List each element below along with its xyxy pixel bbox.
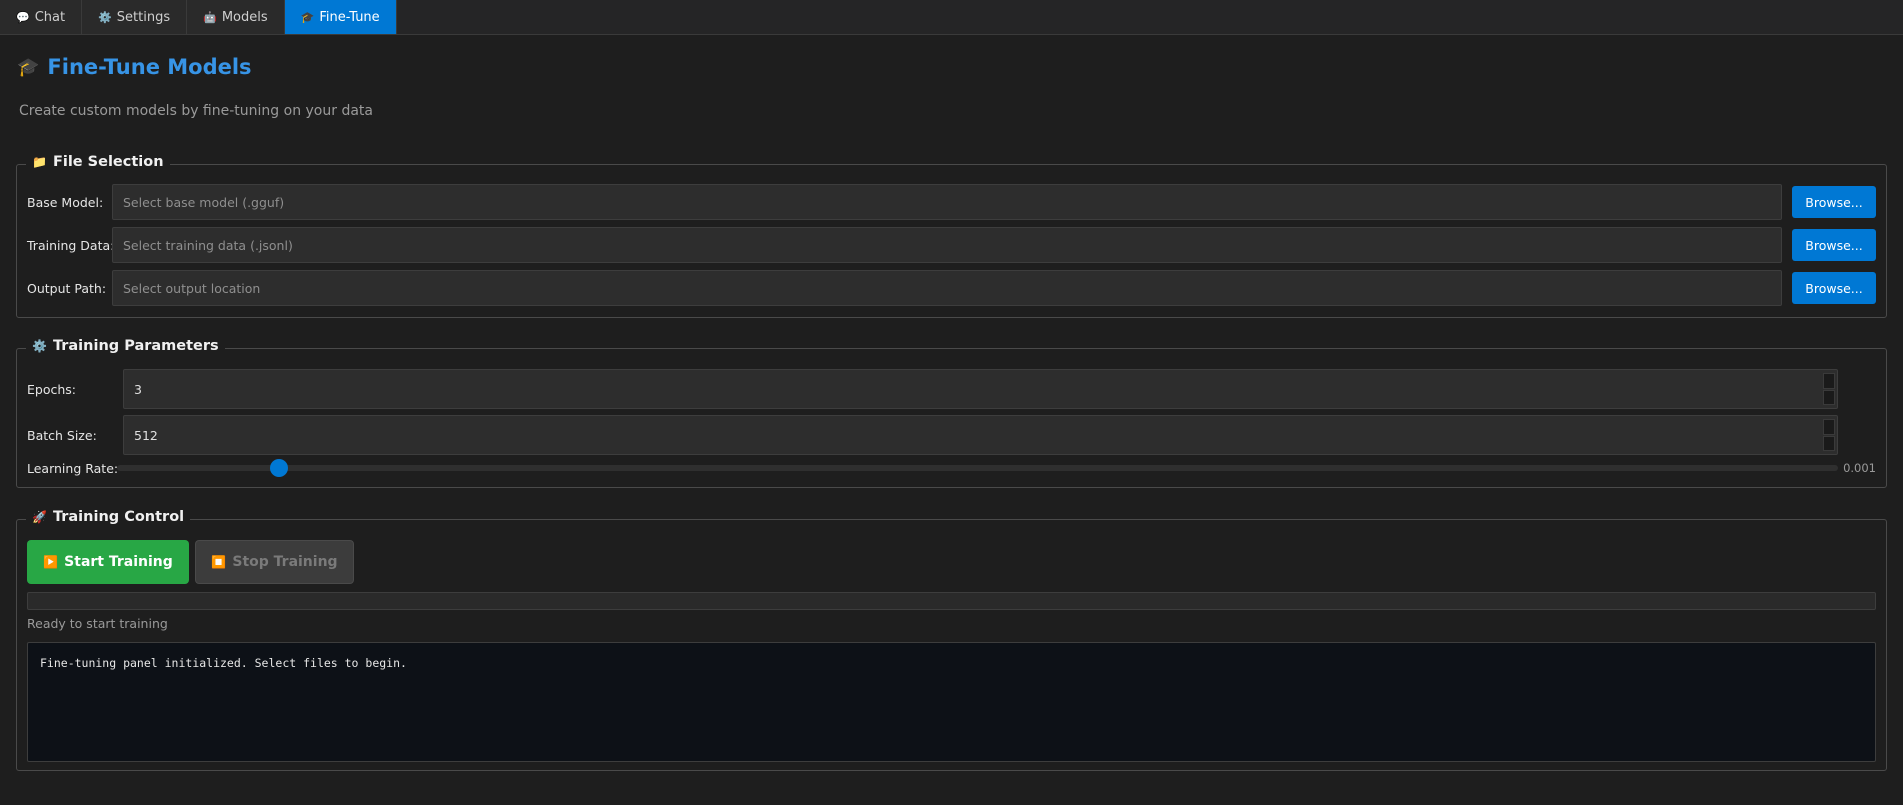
slider-handle[interactable] [269, 459, 288, 477]
tab-settings[interactable]: ⚙️ Settings [82, 0, 188, 34]
graduation-cap-icon: 🎓 [300, 10, 315, 24]
gear-icon: ⚙️ [98, 10, 112, 24]
folder-icon: 📁 [32, 155, 47, 169]
group-title-text: Training Control [52, 509, 185, 525]
epochs-row: Epochs: 3 [27, 369, 1876, 409]
output-path-row: Output Path: Select output location Brow… [27, 270, 1876, 306]
start-training-button[interactable]: ▶️ Start Training [27, 540, 189, 584]
graduation-cap-icon: 🎓 [17, 56, 40, 78]
rocket-icon: 🚀 [32, 510, 47, 524]
learning-rate-label: Learning Rate: [27, 460, 119, 476]
robot-icon: 🤖 [203, 10, 217, 24]
group-title: 🚀 Training Control [26, 509, 191, 525]
tab-label: Settings [116, 9, 171, 25]
batch-size-value: 512 [134, 427, 158, 443]
chat-bubble-icon: 💬 [16, 10, 30, 24]
training-data-input[interactable]: Select training data (.jsonl) [112, 227, 1782, 263]
batch-size-spinbox[interactable]: 512 [123, 415, 1838, 455]
output-path-input[interactable]: Select output location [112, 270, 1782, 306]
stop-icon: ⏹️ [211, 555, 227, 569]
learning-rate-row: Learning Rate: 0.001 [27, 459, 1876, 477]
learning-rate-slider[interactable] [117, 459, 1838, 477]
group-title: ⚙️ Training Parameters [26, 338, 225, 354]
training-parameters-group: ⚙️ Training Parameters Epochs: 3 Batch S… [16, 338, 1887, 488]
browse-training-data-button[interactable]: Browse... [1792, 229, 1876, 261]
output-path-label: Output Path: [27, 280, 107, 296]
training-progress-bar [27, 592, 1876, 610]
base-model-input[interactable]: Select base model (.gguf) [112, 184, 1782, 220]
stop-training-label: Stop Training [232, 554, 338, 570]
group-title-text: Training Parameters [52, 338, 219, 354]
batch-size-label: Batch Size: [27, 427, 97, 443]
epochs-value: 3 [134, 381, 142, 397]
stop-training-button: ⏹️ Stop Training [195, 540, 354, 584]
play-icon: ▶️ [43, 555, 59, 569]
training-status: Ready to start training [27, 616, 168, 631]
page-subtitle: Create custom models by fine-tuning on y… [19, 103, 373, 119]
base-model-label: Base Model: [27, 194, 104, 210]
browse-base-model-button[interactable]: Browse... [1792, 186, 1876, 218]
epochs-label: Epochs: [27, 381, 76, 397]
tab-label: Models [221, 9, 268, 25]
training-control-group: 🚀 Training Control ▶️ Start Training ⏹️ … [16, 509, 1887, 771]
file-selection-group: 📁 File Selection Base Model: Select base… [16, 154, 1887, 318]
tab-chat[interactable]: 💬 Chat [0, 0, 83, 34]
start-training-label: Start Training [64, 554, 173, 570]
page-title-text: Fine-Tune Models [47, 55, 252, 79]
group-title: 📁 File Selection [26, 154, 170, 170]
spin-arrows[interactable] [1823, 373, 1835, 405]
spin-arrows[interactable] [1823, 419, 1835, 451]
batch-size-row: Batch Size: 512 [27, 415, 1876, 455]
base-model-row: Base Model: Select base model (.gguf) Br… [27, 184, 1876, 220]
tab-label: Fine-Tune [319, 9, 380, 25]
group-title-text: File Selection [52, 154, 164, 170]
page-title: 🎓 Fine-Tune Models [17, 55, 252, 79]
training-data-label: Training Data: [27, 237, 115, 253]
gear-icon: ⚙️ [32, 339, 47, 353]
tab-bar: 💬 Chat ⚙️ Settings 🤖 Models 🎓 Fine-Tune [0, 0, 1903, 35]
training-data-row: Training Data: Select training data (.js… [27, 227, 1876, 263]
tab-models[interactable]: 🤖 Models [187, 0, 285, 34]
epochs-spinbox[interactable]: 3 [123, 369, 1838, 409]
tab-fine-tune[interactable]: 🎓 Fine-Tune [284, 0, 397, 34]
browse-output-path-button[interactable]: Browse... [1792, 272, 1876, 304]
training-log: Fine-tuning panel initialized. Select fi… [27, 642, 1876, 762]
tab-label: Chat [34, 9, 66, 25]
learning-rate-value: 0.001 [1843, 461, 1876, 475]
